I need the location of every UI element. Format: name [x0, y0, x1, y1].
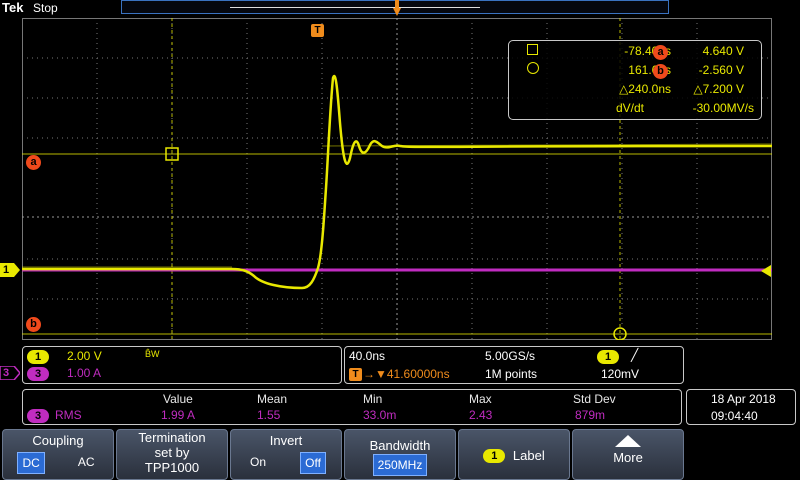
- coupling-button[interactable]: Coupling DC AC: [2, 429, 114, 480]
- bandwidth-label: Bandwidth: [369, 438, 431, 453]
- measure-name: RMS: [55, 408, 82, 422]
- measure-max: 2.43: [469, 408, 493, 422]
- trigger-level: 120mV: [601, 367, 640, 381]
- time-text: 09:04:40: [711, 409, 758, 423]
- measure-source-badge: 3: [27, 409, 49, 423]
- trigger-level-icon[interactable]: [761, 264, 771, 282]
- more-button[interactable]: More: [572, 429, 684, 480]
- label-button-text: Label: [512, 448, 545, 464]
- label-button[interactable]: 1 Label: [458, 429, 570, 480]
- ch3-scale: 1.00 A: [67, 366, 102, 380]
- ch1-badge: 1: [27, 350, 49, 364]
- record-view-window: [230, 7, 480, 8]
- delta-time: △240.0ns: [619, 82, 671, 96]
- label-channel-badge: 1: [483, 448, 506, 463]
- bandwidth-button[interactable]: Bandwidth 250MHz: [344, 429, 456, 480]
- cursor-a-square-icon: [527, 44, 538, 55]
- trigger-slope-icon: ╱: [631, 348, 639, 362]
- cursor-a-volts: 4.640 V: [702, 44, 744, 58]
- termination-line2: set by: [154, 445, 190, 460]
- cursor-a-label[interactable]: a: [26, 155, 41, 170]
- measure-header-min: Min: [363, 392, 383, 406]
- slope-value: -30.00MV/s: [692, 101, 754, 115]
- datetime-panel[interactable]: 18 Apr 2018 09:04:40: [686, 389, 796, 425]
- ch3-badge: 3: [27, 367, 49, 381]
- invert-on-option[interactable]: On: [246, 452, 270, 472]
- termination-line3: TPP1000: [144, 460, 200, 475]
- cursor-b-badge: b: [653, 64, 668, 79]
- cursor-readout-panel[interactable]: -78.40ns a 4.640 V 161.6ns b -2.560 V △2…: [508, 40, 762, 120]
- up-arrow-icon: [573, 435, 683, 450]
- measure-header-mean: Mean: [257, 392, 288, 406]
- termination-line1: Termination: [138, 430, 206, 445]
- measure-min: 33.0m: [363, 408, 397, 422]
- invert-button[interactable]: Invert On Off: [230, 429, 342, 480]
- measurement-panel[interactable]: Value Mean Min Max Std Dev 3 RMS 1.99 A …: [22, 389, 682, 425]
- cursor-b-circle-icon: [527, 62, 539, 74]
- ch1-scale: 2.00 V: [67, 349, 102, 363]
- coupling-dc-option[interactable]: DC: [17, 452, 45, 474]
- measure-header-max: Max: [469, 392, 492, 406]
- cursor-b-label[interactable]: b: [26, 317, 41, 332]
- coupling-label: Coupling: [32, 433, 84, 448]
- ch1-bw-limit: B̂W: [145, 349, 160, 359]
- measure-mean: 1.55: [257, 408, 281, 422]
- trigger-point-icon: T: [311, 24, 324, 37]
- coupling-ac-option[interactable]: AC: [74, 452, 99, 472]
- termination-button[interactable]: Termination set by TPP1000: [116, 429, 228, 480]
- sample-rate: 5.00GS/s: [485, 349, 536, 363]
- delay-trigger-icon: T: [349, 368, 362, 381]
- vertical-settings-panel[interactable]: 1 2.00 V B̂W 3 1.00 A: [22, 346, 342, 384]
- cursor-a-badge: a: [653, 45, 668, 60]
- brand-logo: Tek: [2, 0, 24, 15]
- delta-volts: △7.200 V: [693, 82, 744, 96]
- measure-value: 1.99 A: [161, 408, 196, 422]
- trigger-position-icon[interactable]: [392, 0, 402, 18]
- acquisition-status: Stop: [33, 1, 58, 15]
- date-text: 18 Apr 2018: [711, 392, 776, 406]
- bandwidth-value: 250MHz: [372, 454, 428, 476]
- horizontal-settings-panel[interactable]: 40.0ns 5.00GS/s 1 ╱ T →▼41.60000ns 1M po…: [344, 346, 684, 384]
- ch1-marker-label: 1: [3, 264, 10, 276]
- trigger-source-badge: 1: [597, 350, 619, 364]
- ch3-ground-marker[interactable]: 3: [0, 366, 20, 380]
- invert-off-option[interactable]: Off: [300, 452, 326, 474]
- record-length: 1M points: [485, 367, 538, 381]
- ch3-marker-label: 3: [3, 367, 10, 379]
- horizontal-delay: →▼41.60000ns: [363, 367, 450, 381]
- cursor-b-volts: -2.560 V: [698, 63, 744, 77]
- measure-header-value: Value: [163, 392, 193, 406]
- invert-label: Invert: [269, 433, 303, 448]
- measure-header-stddev: Std Dev: [573, 392, 616, 406]
- more-label: More: [613, 450, 643, 465]
- time-per-div: 40.0ns: [349, 349, 386, 363]
- measure-stddev: 879m: [575, 408, 606, 422]
- ch1-ground-marker[interactable]: 1: [0, 263, 20, 277]
